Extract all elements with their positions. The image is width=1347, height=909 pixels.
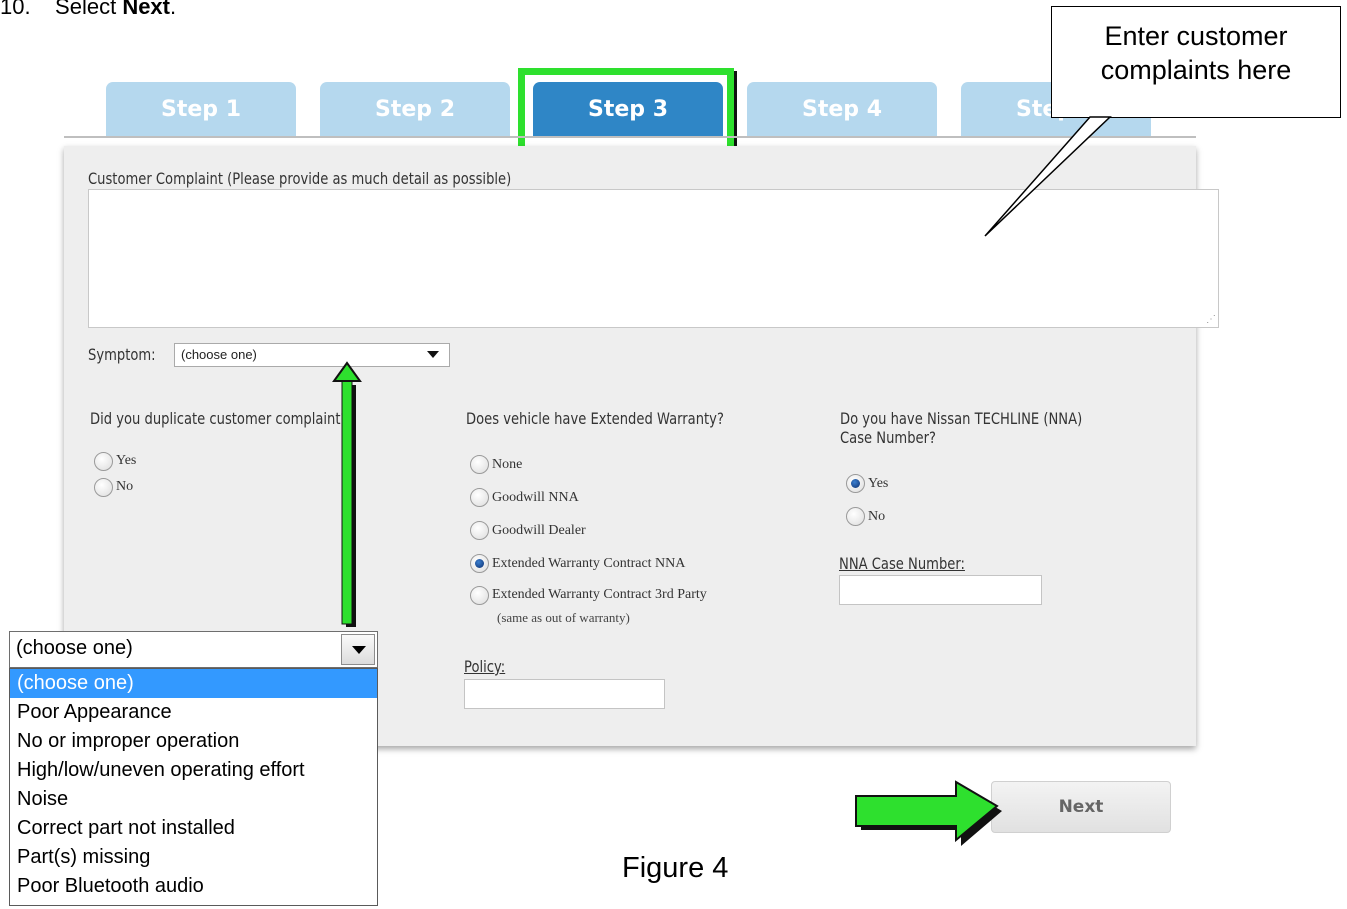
up-arrow-icon bbox=[332, 361, 362, 627]
dropdown-option[interactable]: (choose one) bbox=[10, 669, 377, 698]
callout-pointer bbox=[984, 116, 1112, 237]
dropdown-option[interactable]: Poor Appearance bbox=[10, 698, 377, 727]
dropdown-option[interactable]: Noise bbox=[10, 785, 377, 814]
dropdown-list: (choose one) Poor Appearance No or impro… bbox=[9, 668, 378, 906]
dropdown-option[interactable]: Part(s) missing bbox=[10, 843, 377, 872]
dropdown-current: (choose one) bbox=[16, 637, 133, 659]
dropdown-option[interactable]: Correct part not installed bbox=[10, 814, 377, 843]
dropdown-option[interactable]: Poor Bluetooth audio bbox=[10, 872, 377, 901]
dropdown-option[interactable]: No or improper operation bbox=[10, 727, 377, 756]
right-arrow-icon bbox=[855, 780, 1002, 846]
symptom-dropdown[interactable]: (choose one) bbox=[9, 631, 378, 668]
dropdown-option[interactable]: High/low/uneven operating effort bbox=[10, 756, 377, 785]
figure-caption: Figure 4 bbox=[622, 852, 729, 884]
dropdown-toggle-icon[interactable] bbox=[341, 634, 375, 665]
